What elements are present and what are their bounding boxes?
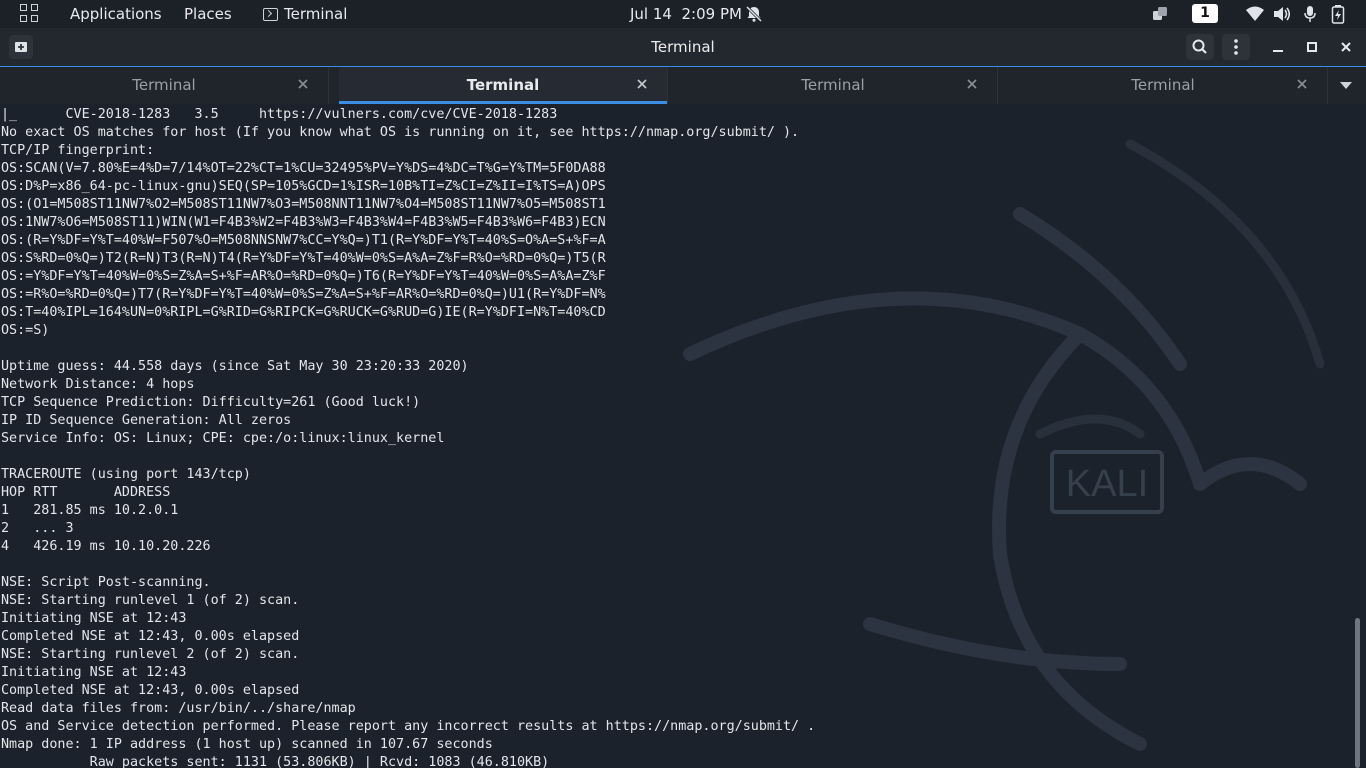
- terminal-line: NSE: Script Post-scanning.: [1, 575, 211, 590]
- apps-grid-icon[interactable]: [20, 4, 38, 22]
- microphone-icon[interactable]: [1302, 5, 1318, 23]
- tab-label: Terminal: [466, 76, 540, 94]
- tab-list-dropdown-icon[interactable]: [1340, 82, 1352, 89]
- wifi-icon[interactable]: [1245, 5, 1265, 23]
- clock-time: 2:09 PM: [681, 5, 742, 23]
- terminal-line: OS:1NW7%O6=M508ST11)WIN(W1=F4B3%W2=F4B3%…: [1, 215, 606, 230]
- terminal-scrollbar[interactable]: [1355, 618, 1360, 768]
- tab-label: Terminal: [801, 76, 865, 94]
- close-icon[interactable]: [1337, 38, 1355, 56]
- wallpaper-logo-text: KALI: [1066, 463, 1148, 505]
- window-title: Terminal: [651, 38, 715, 56]
- terminal-line: TRACEROUTE (using port 143/tcp): [1, 467, 251, 482]
- terminal-line: OS:(O1=M508ST11NW7%O2=M508ST11NW7%O3=M50…: [1, 197, 606, 212]
- tab-terminal-1[interactable]: Terminal: [0, 67, 329, 104]
- terminal-line: OS:=S): [1, 323, 50, 338]
- terminal-line: IP ID Sequence Generation: All zeros: [1, 413, 292, 428]
- terminal-line: Completed NSE at 12:43, 0.00s elapsed: [1, 683, 300, 698]
- terminal-line: TCP/IP fingerprint:: [1, 143, 155, 158]
- terminal-line: OS:T=40%IPL=164%UN=0%RIPL=G%RID=G%RIPCK=…: [1, 305, 606, 320]
- places-menu[interactable]: Places: [184, 0, 232, 28]
- tab-close-icon[interactable]: [296, 77, 310, 91]
- terminal-line: Network Distance: 4 hops: [1, 377, 195, 392]
- terminal-line: 1 281.85 ms 10.2.0.1: [1, 503, 179, 518]
- terminal-line: HOP RTT ADDRESS: [1, 485, 171, 500]
- terminal-line: OS:=R%O=%RD=0%Q=)T7(R=Y%DF=Y%T=40%W=0%S=…: [1, 287, 606, 302]
- terminal-icon: [263, 8, 278, 21]
- terminal-line: OS and Service detection performed. Plea…: [1, 719, 816, 734]
- minimize-icon[interactable]: [1269, 38, 1287, 56]
- clock[interactable]: Jul 14 2:09 PM: [630, 0, 742, 28]
- clock-date: Jul 14: [630, 5, 672, 23]
- volume-icon[interactable]: [1272, 5, 1292, 23]
- battery-icon[interactable]: [1331, 5, 1345, 25]
- tab-close-icon[interactable]: [965, 77, 979, 91]
- terminal-line: Uptime guess: 44.558 days (since Sat May…: [1, 359, 469, 374]
- terminal-line: NSE: Starting runlevel 2 (of 2) scan.: [1, 647, 300, 662]
- terminal-line: Completed NSE at 12:43, 0.00s elapsed: [1, 629, 300, 644]
- terminal-line: Nmap done: 1 IP address (1 host up) scan…: [1, 737, 493, 752]
- applications-menu[interactable]: Applications: [70, 0, 162, 28]
- tab-close-icon[interactable]: [635, 77, 649, 91]
- tab-bar: Terminal Terminal Terminal Terminal: [0, 67, 1366, 104]
- terminal-line: |_ CVE-2018-1283 3.5 https://vulners.com…: [1, 107, 558, 122]
- notifications-off-icon: [745, 5, 763, 23]
- tab-terminal-2[interactable]: Terminal: [339, 67, 668, 104]
- workspace-indicator[interactable]: 1: [1192, 4, 1218, 23]
- terminal-line: Initiating NSE at 12:43: [1, 611, 187, 626]
- terminal-line: 2 ... 3: [1, 521, 74, 536]
- app-menu-label: Terminal: [284, 5, 348, 23]
- window-header-bar: Terminal: [0, 28, 1366, 67]
- new-tab-icon[interactable]: [9, 35, 33, 59]
- terminal-line: TCP Sequence Prediction: Difficulty=261 …: [1, 395, 421, 410]
- terminal-line: Read data files from: /usr/bin/../share/…: [1, 701, 356, 716]
- app-menu[interactable]: Terminal: [263, 0, 347, 28]
- tab-label: Terminal: [132, 76, 196, 94]
- terminal-line: OS:=Y%DF=Y%T=40%W=0%S=Z%A=S+%F=AR%O=%RD=…: [1, 269, 606, 284]
- terminal-line: 4 426.19 ms 10.10.20.226: [1, 539, 211, 554]
- terminal-line: OS:(R=Y%DF=Y%T=40%W=F507%O=M508NNSNW7%CC…: [1, 233, 606, 248]
- tab-terminal-4[interactable]: Terminal: [999, 67, 1328, 104]
- terminal-output-area[interactable]: KALI |_ CVE-2018-1283 3.5 https://vulner…: [0, 104, 1366, 768]
- maximize-icon[interactable]: [1303, 38, 1321, 56]
- terminal-line: OS:SCAN(V=7.80%E=4%D=7/14%OT=22%CT=1%CU=…: [1, 161, 606, 176]
- top-bar: Applications Places Terminal Jul 14 2:09…: [0, 0, 1366, 28]
- search-icon[interactable]: [1186, 34, 1214, 60]
- tab-terminal-3[interactable]: Terminal: [669, 67, 998, 104]
- multitask-icon[interactable]: [1150, 5, 1170, 23]
- terminal-text: |_ CVE-2018-1283 3.5 https://vulners.com…: [1, 106, 815, 768]
- terminal-line: OS:D%P=x86_64-pc-linux-gnu)SEQ(SP=105%GC…: [1, 179, 606, 194]
- terminal-line: NSE: Starting runlevel 1 (of 2) scan.: [1, 593, 300, 608]
- tab-label: Terminal: [1131, 76, 1195, 94]
- tab-close-icon[interactable]: [1295, 77, 1309, 91]
- terminal-line: OS:S%RD=0%Q=)T2(R=N)T3(R=N)T4(R=Y%DF=Y%T…: [1, 251, 606, 266]
- terminal-line: No exact OS matches for host (If you kno…: [1, 125, 800, 140]
- menu-dots-icon[interactable]: [1222, 34, 1250, 60]
- terminal-line: Initiating NSE at 12:43: [1, 665, 187, 680]
- terminal-line: Raw packets sent: 1131 (53.806KB) | Rcvd…: [1, 755, 550, 768]
- terminal-line: Service Info: OS: Linux; CPE: cpe:/o:lin…: [1, 431, 445, 446]
